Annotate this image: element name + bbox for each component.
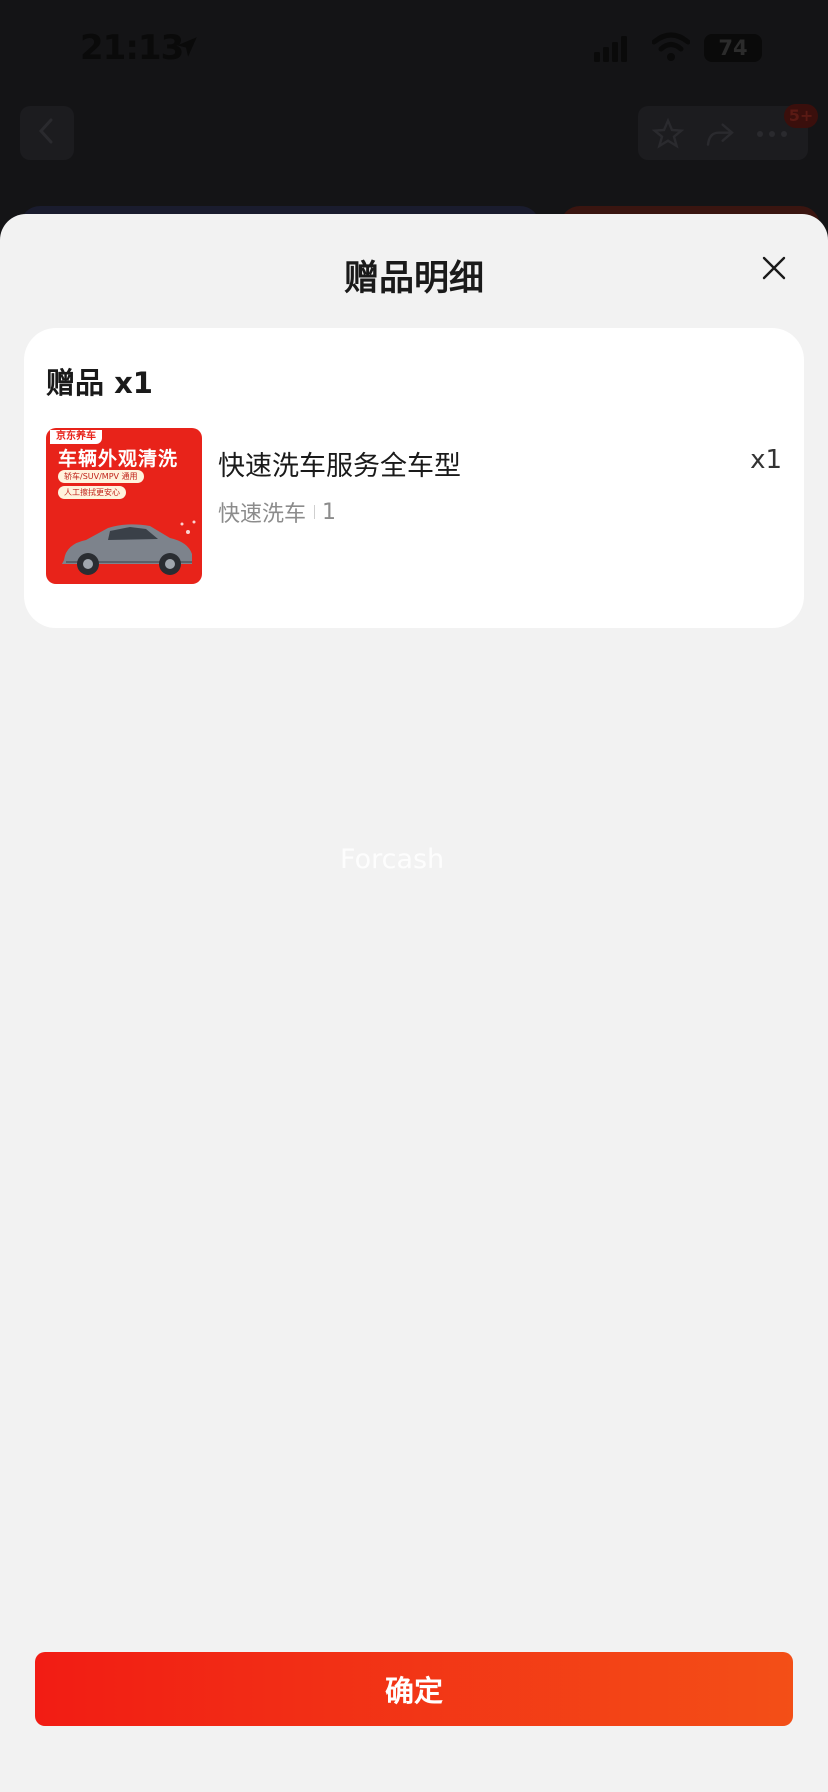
status-time: 21:13 bbox=[80, 28, 184, 68]
location-arrow-icon bbox=[174, 34, 200, 64]
share-icon[interactable] bbox=[704, 118, 736, 154]
cellular-signal-icon bbox=[594, 36, 628, 66]
message-badge: 5+ bbox=[784, 104, 818, 128]
thumbnail-brand: 京东养车 bbox=[50, 430, 102, 444]
thumbnail-headline: 车辆外观清洗 bbox=[58, 448, 179, 470]
sheet-title: 赠品明细 bbox=[343, 259, 484, 299]
spec-divider bbox=[314, 505, 316, 519]
car-illustration-icon bbox=[46, 498, 202, 584]
watermark: Forcash bbox=[340, 844, 445, 875]
close-button[interactable] bbox=[756, 252, 792, 288]
star-icon[interactable] bbox=[651, 117, 685, 154]
back-button[interactable] bbox=[20, 106, 74, 160]
confirm-button[interactable]: 确定 bbox=[35, 1652, 793, 1726]
chevron-left-icon bbox=[36, 117, 58, 149]
gift-thumbnail[interactable]: 京东养车 车辆外观清洗 轿车/SUV/MPV 通用 人工擦拭更安心 bbox=[46, 428, 202, 584]
gift-quantity: x1 bbox=[750, 445, 782, 475]
battery-indicator: 74 bbox=[704, 34, 762, 62]
close-icon bbox=[761, 255, 787, 285]
more-icon[interactable] bbox=[756, 126, 788, 145]
gift-spec-count: 1 bbox=[322, 499, 337, 525]
gift-card: 赠品 x1 京东养车 车辆外观清洗 轿车/SUV/MPV 通用 人工擦拭更安心 bbox=[24, 328, 804, 628]
gift-details-sheet: 赠品明细 赠品 x1 京东养车 车辆外观清洗 轿车/SUV/MPV 通用 人工擦… bbox=[0, 214, 828, 1792]
thumbnail-tag: 轿车/SUV/MPV 通用 bbox=[58, 470, 144, 483]
gift-name: 快速洗车服务全车型 bbox=[218, 451, 461, 482]
gift-spec: 快速洗车 1 bbox=[218, 496, 336, 528]
nav-actions-group bbox=[638, 106, 808, 160]
wifi-icon bbox=[651, 32, 691, 66]
gift-spec-name: 快速洗车 bbox=[218, 502, 307, 527]
status-bar: 21:13 74 bbox=[0, 0, 828, 100]
gift-heading: 赠品 x1 bbox=[46, 366, 153, 400]
